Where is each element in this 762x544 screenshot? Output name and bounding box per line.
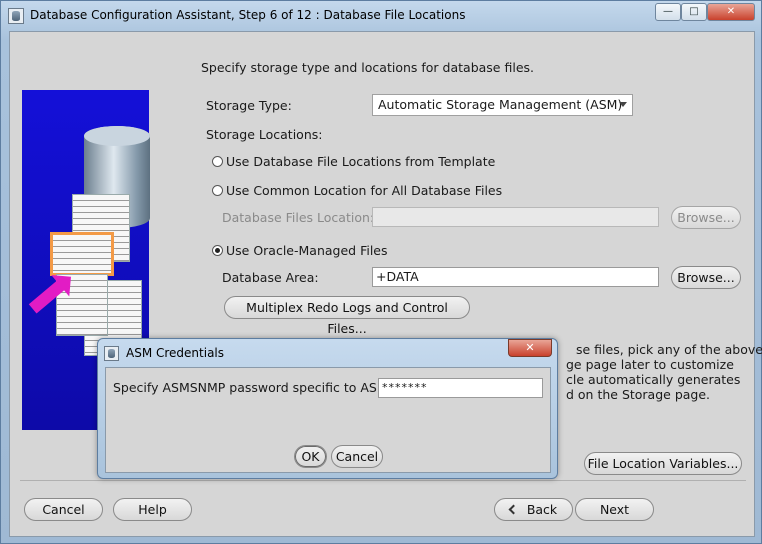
footer-divider [20, 480, 746, 481]
storage-locations-label: Storage Locations: [206, 127, 323, 142]
dialog-body: Specify ASMSNMP password specific to ASM… [105, 367, 551, 473]
oracle-app-icon [8, 8, 24, 24]
description-line: se files, pick any of the above [576, 342, 762, 357]
oracle-app-icon [104, 346, 119, 361]
chevron-left-icon [508, 504, 519, 515]
radio-oracle-managed[interactable] [212, 245, 223, 256]
asm-credentials-dialog: ASM Credentials ✕ Specify ASMSNMP passwo… [97, 338, 558, 479]
description-line: cle automatically generates [566, 372, 741, 387]
storage-type-value: Automatic Storage Management (ASM) [378, 97, 623, 112]
maximize-button[interactable]: □ [681, 3, 707, 21]
dialog-title: ASM Credentials [126, 346, 225, 360]
asmsnmp-password-label: Specify ASMSNMP password specific to ASM… [113, 380, 392, 395]
intro-text: Specify storage type and locations for d… [201, 60, 534, 75]
asmsnmp-password-input[interactable]: ******* [378, 378, 543, 398]
db-files-location-label: Database Files Location: [222, 210, 375, 225]
chevron-down-icon [619, 102, 627, 107]
window-title: Database Configuration Assistant, Step 6… [30, 8, 466, 22]
dbca-window: Database Configuration Assistant, Step 6… [0, 0, 762, 544]
file-location-variables-button[interactable]: File Location Variables... [584, 452, 742, 475]
browse-db-area-button[interactable]: Browse... [671, 266, 741, 289]
option-common-location[interactable]: Use Common Location for All Database Fil… [212, 183, 502, 198]
db-area-label: Database Area: [222, 270, 319, 285]
radio-template[interactable] [212, 156, 223, 167]
minimize-button[interactable]: — [655, 3, 681, 21]
help-button[interactable]: Help [113, 498, 192, 521]
description-line: d on the Storage page. [566, 387, 711, 402]
back-button[interactable]: Back [494, 498, 573, 521]
description-line: ge page later to customize [566, 357, 734, 372]
db-files-location-input[interactable] [372, 207, 659, 227]
title-bar: Database Configuration Assistant, Step 6… [1, 1, 761, 31]
multiplex-redo-logs-button[interactable]: Multiplex Redo Logs and Control Files... [224, 296, 470, 336]
close-button[interactable]: ✕ [707, 3, 755, 21]
browse-files-location-button[interactable]: Browse... [671, 206, 741, 229]
dialog-close-button[interactable]: ✕ [508, 339, 552, 357]
ok-button[interactable]: OK [294, 445, 327, 468]
option-oracle-managed-label: Use Oracle-Managed Files [226, 243, 388, 258]
option-common-location-label: Use Common Location for All Database Fil… [226, 183, 503, 198]
cancel-button[interactable]: Cancel [24, 498, 103, 521]
radio-common-location[interactable] [212, 185, 223, 196]
storage-type-label: Storage Type: [206, 98, 292, 113]
back-button-label: Back [526, 502, 558, 517]
option-oracle-managed[interactable]: Use Oracle-Managed Files [212, 243, 388, 258]
option-template-label: Use Database File Locations from Templat… [226, 154, 496, 169]
storage-type-select[interactable]: Automatic Storage Management (ASM) [372, 94, 633, 116]
db-area-input[interactable]: +DATA [372, 267, 659, 287]
next-button[interactable]: Next [575, 498, 654, 521]
option-template[interactable]: Use Database File Locations from Templat… [212, 154, 495, 169]
dialog-cancel-button[interactable]: Cancel [331, 445, 383, 468]
